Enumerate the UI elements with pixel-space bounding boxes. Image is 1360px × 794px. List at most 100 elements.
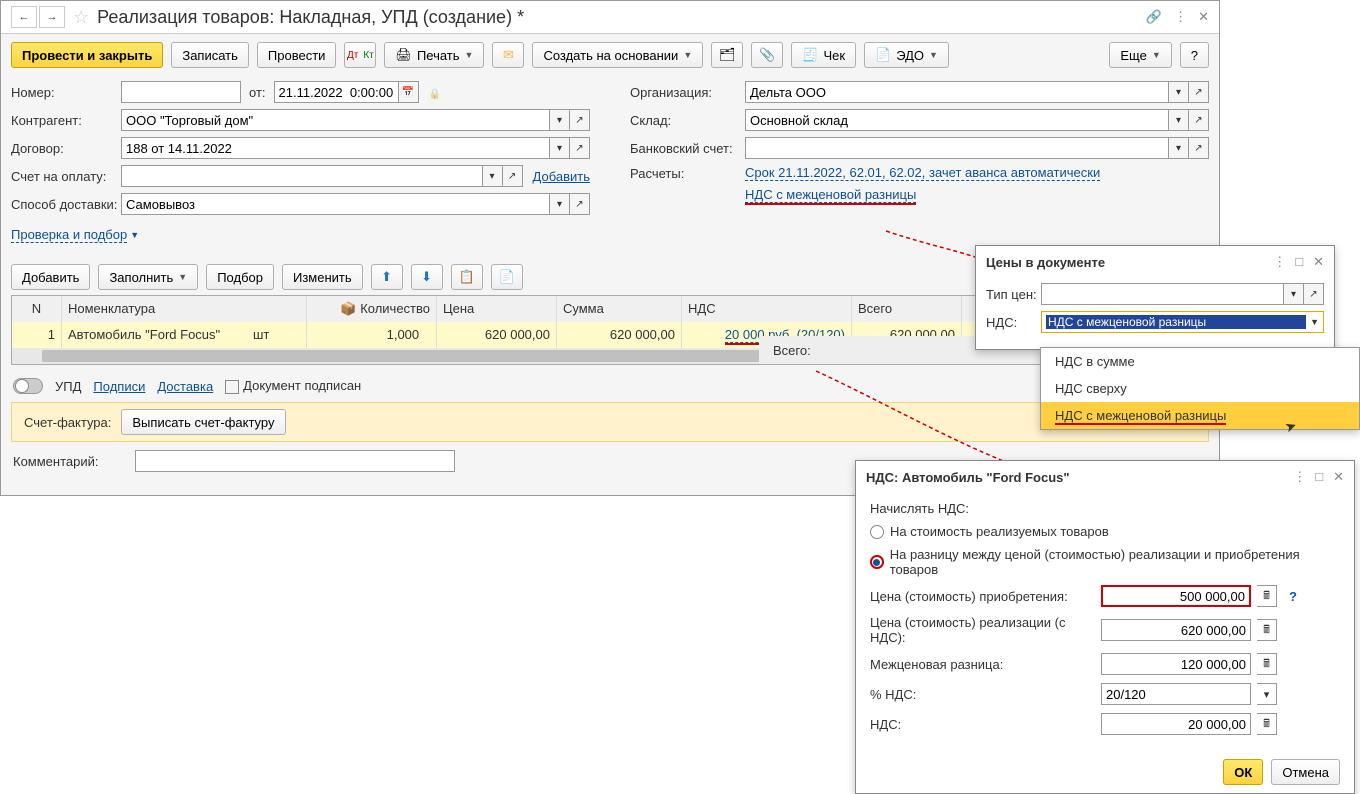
vat-select[interactable]: НДС с межценовой разницы ▼: [1041, 311, 1324, 333]
vat-detail-panel: НДС: Автомобиль "Ford Focus" ⋮ □ ✕ Начис…: [855, 460, 1355, 794]
price-diff-input[interactable]: [1101, 653, 1251, 675]
invoice-input[interactable]: [121, 165, 483, 187]
receipt-button[interactable]: 🧾Чек: [791, 42, 856, 68]
doc-signed-checkbox[interactable]: Документ подписан: [225, 378, 361, 394]
help-button[interactable]: ?: [1180, 42, 1209, 68]
upd-toggle[interactable]: [13, 378, 43, 394]
change-button[interactable]: Изменить: [282, 264, 363, 290]
dropdown-icon[interactable]: ▾: [550, 137, 570, 159]
vat-option-on-top[interactable]: НДС сверху: [1041, 375, 1359, 402]
main-toolbar: Провести и закрыть Записать Провести ДтК…: [1, 34, 1219, 76]
fill-button[interactable]: Заполнить▼: [98, 264, 198, 290]
related-button[interactable]: 🗂: [711, 42, 743, 68]
print-button[interactable]: 🖨Печать▼: [384, 42, 484, 68]
write-button[interactable]: Записать: [171, 42, 249, 68]
panel-maximize-icon[interactable]: □: [1295, 254, 1303, 270]
delivery-link[interactable]: Доставка: [157, 379, 213, 394]
signatures-link[interactable]: Подписи: [93, 379, 145, 394]
create-on-basis-button[interactable]: Создать на основании▼: [532, 42, 703, 68]
col-price[interactable]: Цена: [437, 296, 557, 322]
mail-button[interactable]: ✉: [492, 42, 524, 68]
price-type-label: Тип цен:: [986, 287, 1041, 302]
vat-amount-label: НДС:: [870, 717, 1095, 732]
help-icon[interactable]: ?: [1289, 589, 1297, 604]
dropdown-icon[interactable]: ▾: [550, 109, 570, 131]
edo-button[interactable]: 📄ЭДО▼: [864, 42, 949, 68]
bank-input[interactable]: [745, 137, 1169, 159]
radio-on-price-diff[interactable]: На разницу между ценой (стоимостью) реал…: [870, 547, 1340, 577]
calculator-icon[interactable]: 🖩: [1257, 585, 1277, 607]
select-button[interactable]: Подбор: [206, 264, 274, 290]
add-row-button[interactable]: Добавить: [11, 264, 90, 290]
price-type-input[interactable]: [1041, 283, 1284, 305]
vat-rate-input[interactable]: [1101, 683, 1251, 705]
col-n[interactable]: N: [12, 296, 62, 322]
sale-price-input[interactable]: [1101, 619, 1251, 641]
vat-option-in-sum[interactable]: НДС в сумме: [1041, 348, 1359, 375]
check-selection-link[interactable]: Проверка и подбор: [11, 227, 127, 243]
open-ref-icon[interactable]: ↗: [570, 193, 590, 215]
comment-input[interactable]: [135, 450, 455, 472]
counterparty-input[interactable]: [121, 109, 550, 131]
contract-input[interactable]: [121, 137, 550, 159]
org-input[interactable]: [745, 81, 1169, 103]
open-ref-icon[interactable]: ↗: [570, 109, 590, 131]
dropdown-icon[interactable]: ▾: [1257, 683, 1277, 705]
warehouse-input[interactable]: [745, 109, 1169, 131]
paste-button[interactable]: 📄: [491, 264, 523, 290]
panel-kebab-icon[interactable]: ⋮: [1293, 469, 1305, 485]
write-invoice-button[interactable]: Выписать счет-фактуру: [121, 409, 285, 435]
purchase-price-input[interactable]: [1101, 585, 1251, 607]
vat-amount-input[interactable]: [1101, 713, 1251, 735]
dropdown-icon[interactable]: ▾: [550, 193, 570, 215]
panel-maximize-icon[interactable]: □: [1315, 469, 1323, 485]
open-ref-icon[interactable]: ↗: [570, 137, 590, 159]
kebab-menu-icon[interactable]: ⋮: [1174, 9, 1186, 25]
col-total[interactable]: Всего: [852, 296, 962, 322]
dropdown-icon[interactable]: ▾: [483, 165, 503, 187]
calendar-icon[interactable]: 📅: [399, 81, 419, 103]
move-up-button[interactable]: ⬆: [371, 264, 403, 290]
move-down-button[interactable]: ⬇: [411, 264, 443, 290]
open-ref-icon[interactable]: ↗: [1189, 81, 1209, 103]
link-icon[interactable]: 🔗: [1146, 9, 1162, 25]
dropdown-icon[interactable]: ▾: [1284, 283, 1304, 305]
panel-close-icon[interactable]: ✕: [1313, 254, 1324, 270]
radio-on-sale-cost[interactable]: На стоимость реализуемых товаров: [870, 524, 1340, 539]
post-and-close-button[interactable]: Провести и закрыть: [11, 42, 163, 68]
more-button[interactable]: Еще▼: [1109, 42, 1171, 68]
panel-close-icon[interactable]: ✕: [1333, 469, 1344, 485]
copy-button[interactable]: 📋: [451, 264, 483, 290]
calculator-icon[interactable]: 🖩: [1257, 619, 1277, 641]
settlements-link[interactable]: Срок 21.11.2022, 62.01, 62.02, зачет ава…: [745, 165, 1100, 181]
number-input[interactable]: [121, 81, 241, 103]
open-ref-icon[interactable]: ↗: [1189, 109, 1209, 131]
col-qty[interactable]: 📦 Количество: [307, 296, 437, 322]
col-nomen[interactable]: Номенклатура: [62, 296, 307, 322]
cancel-button[interactable]: Отмена: [1271, 759, 1340, 785]
dtct-button[interactable]: ДтКт: [344, 42, 376, 68]
col-sum[interactable]: Сумма: [557, 296, 682, 322]
vat-mode-link[interactable]: НДС с межценовой разницы: [745, 187, 916, 203]
calculator-icon[interactable]: 🖩: [1257, 653, 1277, 675]
favorite-star-icon[interactable]: ☆: [73, 7, 89, 28]
dropdown-icon[interactable]: ▾: [1169, 81, 1189, 103]
calculator-icon[interactable]: 🖩: [1257, 713, 1277, 735]
dropdown-icon[interactable]: ▾: [1169, 109, 1189, 131]
back-button[interactable]: ←: [11, 6, 37, 28]
vat-option-price-diff[interactable]: НДС с межценовой разницы: [1041, 402, 1359, 429]
date-input[interactable]: [274, 81, 399, 103]
dropdown-icon[interactable]: ▾: [1169, 137, 1189, 159]
col-vat[interactable]: НДС: [682, 296, 852, 322]
post-button[interactable]: Провести: [257, 42, 337, 68]
delivery-input[interactable]: [121, 193, 550, 215]
forward-button[interactable]: →: [39, 6, 65, 28]
attach-button[interactable]: 📎: [751, 42, 783, 68]
open-ref-icon[interactable]: ↗: [1189, 137, 1209, 159]
open-ref-icon[interactable]: ↗: [1304, 283, 1324, 305]
open-ref-icon[interactable]: ↗: [503, 165, 523, 187]
add-invoice-link[interactable]: Добавить: [533, 169, 590, 184]
close-icon[interactable]: ✕: [1198, 9, 1209, 25]
ok-button[interactable]: ОК: [1223, 759, 1263, 785]
panel-kebab-icon[interactable]: ⋮: [1273, 254, 1285, 270]
